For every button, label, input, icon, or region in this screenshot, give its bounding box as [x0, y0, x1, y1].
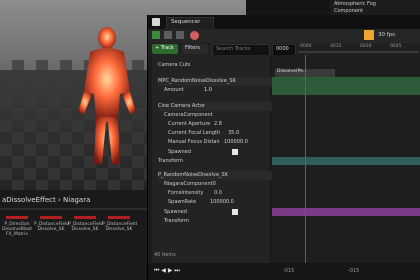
ruler-tick: 0000: [300, 44, 312, 49]
track-row[interactable]: CameraComponent: [164, 111, 282, 120]
render-icon[interactable]: [176, 31, 184, 39]
asset-thumb[interactable]: [74, 216, 96, 219]
timeline-area[interactable]: Dissolve(Pe...: [272, 55, 420, 263]
track-row[interactable]: Spawned: [164, 208, 282, 217]
track-row[interactable]: Spawned: [168, 148, 286, 157]
asset-thumb[interactable]: [6, 216, 28, 219]
mpc-track[interactable]: [272, 77, 420, 95]
transform-track[interactable]: [272, 157, 420, 165]
track-row[interactable]: P_RandomNoiseDissolve_SK: [158, 171, 276, 180]
filters-button[interactable]: Filters: [182, 44, 208, 54]
sequencer-titlebar: Sequencer: [148, 15, 420, 30]
ruler-tick: 0030: [360, 44, 372, 49]
items-count: 40 items: [154, 252, 176, 258]
ruler-tick: 0015: [330, 44, 342, 49]
dissolve-character-figure: [78, 27, 136, 164]
key-mode-icon[interactable]: [364, 30, 374, 40]
asset-label[interactable]: P_DistanceField Dissolve_SK: [68, 222, 103, 232]
sequencer-toolbar: 30 fps: [148, 29, 420, 43]
fps-dropdown[interactable]: 30 fps: [378, 32, 395, 38]
asset-thumb[interactable]: [108, 216, 130, 219]
track-row[interactable]: NiagaraComponent0: [164, 180, 282, 189]
track-row[interactable]: Transform: [164, 217, 282, 226]
spawned-checkbox[interactable]: [232, 149, 238, 155]
browse-icon[interactable]: [164, 31, 172, 39]
save-icon[interactable]: [152, 31, 160, 39]
spawned-track[interactable]: [272, 208, 420, 216]
record-icon[interactable]: [190, 31, 199, 40]
asset-label[interactable]: P_DistanceField Dissolve_SK: [34, 222, 69, 232]
track-row[interactable]: Transform: [158, 157, 276, 166]
range-start[interactable]: -015: [283, 268, 294, 274]
track-row[interactable]: Cine Camera Actor: [158, 102, 276, 111]
sequencer-filter-bar: + Track Filters Search Tracks 0000 0000 …: [148, 43, 420, 56]
track-outliner: Camera Cuts MPC_RandomNoiseDissolve_SK A…: [152, 55, 276, 263]
sequencer-window: Sequencer 30 fps + Track Filters Search …: [147, 15, 420, 280]
playback-controls[interactable]: ⏮ ◀ ▶ ⏭: [154, 267, 180, 275]
asset-label[interactable]: P_Direction DissolveBlast FX_Matrix: [0, 222, 34, 237]
track-row[interactable]: Camera Cuts: [158, 61, 276, 70]
playhead[interactable]: [305, 55, 306, 263]
asset-thumb[interactable]: [40, 216, 62, 219]
track-row[interactable]: MPC_RandomNoiseDissolve_SK: [158, 77, 276, 86]
unreal-logo-icon: [152, 18, 160, 26]
asset-label[interactable]: P_DistanceField Dissolve_SK: [102, 222, 137, 232]
transport-bar: ⏮ ◀ ▶ ⏭ -015 -015: [148, 263, 420, 280]
asset-separator: [0, 208, 150, 210]
range-end[interactable]: -015: [348, 268, 359, 274]
time-ruler[interactable]: [298, 51, 419, 53]
outliner-panel: Atmospheric Fog Component: [330, 0, 420, 15]
outliner-item[interactable]: Atmospheric Fog: [334, 1, 376, 7]
outliner-item[interactable]: Component: [334, 8, 363, 14]
spawned-checkbox[interactable]: [232, 209, 238, 215]
ruler-tick: 0045: [390, 44, 402, 49]
add-track-button[interactable]: + Track: [152, 44, 178, 54]
